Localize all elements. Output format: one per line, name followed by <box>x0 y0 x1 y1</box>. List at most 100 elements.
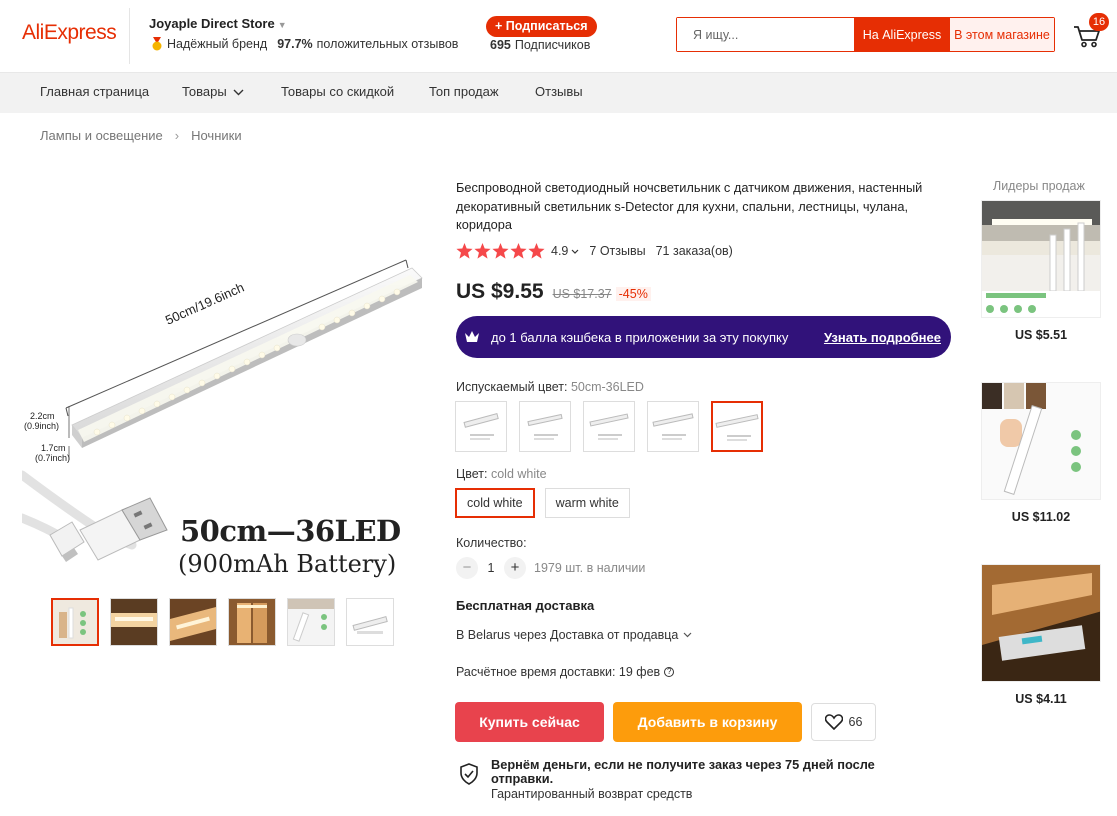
variant-option-3[interactable] <box>583 401 635 452</box>
header: AliExpress Joyaple Direct Store ▼ Надёжны… <box>0 0 1117 73</box>
thumbnail-3[interactable] <box>169 598 217 646</box>
cashback-more-link[interactable]: Узнать подробнее <box>824 330 941 345</box>
dimension-width-cm: 1.7cm <box>41 443 66 453</box>
current-price: US $9.55 <box>456 280 544 303</box>
thumbnail-4[interactable] <box>228 598 276 646</box>
variant-option-5-selected[interactable] <box>711 401 763 452</box>
subscribers-label: Подписчиков <box>514 38 591 52</box>
variant-option-1[interactable] <box>455 401 507 452</box>
subscribe-button[interactable]: + Подписаться <box>486 16 597 37</box>
shipping-destination[interactable]: В Belarus через Доставка от продавца <box>456 628 692 642</box>
chevron-down-icon[interactable] <box>683 632 692 638</box>
top-seller-card-2[interactable] <box>981 382 1101 500</box>
delivery-estimate-text: Расчётное время доставки: 19 фев <box>456 665 661 679</box>
thumbnail-6[interactable] <box>346 598 394 646</box>
top-seller-price-2[interactable]: US $11.02 <box>981 510 1101 524</box>
guarantee-subtitle: Гарантированный возврат средств <box>491 787 693 801</box>
dimension-height-cm: 2.2cm <box>30 411 55 421</box>
top-seller-card-1[interactable] <box>981 200 1101 318</box>
nav-products[interactable]: Товары <box>182 84 244 99</box>
star-icon <box>456 243 473 259</box>
buyer-protection: Вернём деньги, если не получите заказ че… <box>459 758 911 801</box>
star-icon <box>492 243 509 259</box>
buy-now-button[interactable]: Купить сейчас <box>455 702 604 742</box>
shipping-title: Бесплатная доставка <box>456 598 595 613</box>
caret-down-icon[interactable]: ▼ <box>278 20 287 30</box>
question-icon[interactable]: ? <box>664 667 675 677</box>
variant-option-4[interactable] <box>647 401 699 452</box>
breadcrumb-item-lamps[interactable]: Лампы и освещение <box>40 128 163 143</box>
orders-count: 71 заказа(ов) <box>655 244 733 258</box>
variant-option-2[interactable] <box>519 401 571 452</box>
color-option-warm-white[interactable]: warm white <box>544 488 630 518</box>
price-row: US $9.55 US $17.37 -45% <box>456 280 651 304</box>
nav-home[interactable]: Главная страница <box>40 84 149 99</box>
wishlist-button[interactable]: 66 <box>811 703 876 741</box>
top-seller-price-3[interactable]: US $4.11 <box>981 692 1101 706</box>
header-divider <box>129 8 130 64</box>
discount-badge: -45% <box>615 287 651 301</box>
aliexpress-logo[interactable]: AliExpress <box>22 21 117 45</box>
top-sellers-title: Лидеры продаж <box>993 179 1085 193</box>
store-name[interactable]: Joyaple Direct Store ▼ <box>149 16 287 31</box>
rating-row: 4.9 7 Отзывы 71 заказа(ов) <box>456 243 733 259</box>
chevron-down-icon[interactable] <box>233 89 244 96</box>
shield-check-icon <box>460 763 478 785</box>
thumbnail-1[interactable] <box>51 598 99 646</box>
chevron-down-icon[interactable] <box>571 249 579 254</box>
feedback-label: положительных отзывов <box>316 37 459 51</box>
image-caption-main: 50cm—36LED <box>180 514 401 548</box>
search-input[interactable] <box>677 18 854 51</box>
cashback-banner[interactable]: до 1 балла кэшбека в приложении за эту п… <box>456 316 951 358</box>
rating-stars <box>456 243 545 259</box>
subscribers-count: 695 <box>490 38 511 52</box>
quantity-decrease-button[interactable]: − <box>456 557 478 579</box>
feedback-percent: 97.7% <box>277 37 313 51</box>
cashback-text: до 1 балла кэшбека в приложении за эту п… <box>491 329 789 345</box>
emitting-color-row: Испускаемый цвет: 50cm-36LED <box>456 380 644 394</box>
rating-value[interactable]: 4.9 <box>551 244 568 258</box>
emitting-color-label: Испускаемый цвет: <box>456 380 568 394</box>
star-icon <box>528 243 545 259</box>
color-row: Цвет: cold white <box>456 467 547 481</box>
color-value: cold white <box>490 467 547 481</box>
emitting-color-value: 50cm-36LED <box>570 380 644 394</box>
guarantee-title: Вернём деньги, если не получите заказ че… <box>491 757 875 786</box>
nav-reviews[interactable]: Отзывы <box>535 84 583 99</box>
dimension-height-in: (0.9inch) <box>24 421 60 431</box>
store-name-text[interactable]: Joyaple Direct Store <box>149 16 275 31</box>
variant-options <box>455 401 763 452</box>
reviews-count[interactable]: 7 Отзывы <box>589 244 645 258</box>
top-seller-card-3[interactable] <box>981 564 1101 682</box>
search-store-button[interactable]: В этом магазине <box>950 18 1054 51</box>
quantity-value[interactable]: 1 <box>478 561 504 575</box>
breadcrumb: Лампы и освещение › Ночники <box>40 128 242 143</box>
search-aliexpress-button[interactable]: На AliExpress <box>854 18 950 51</box>
quantity-increase-button[interactable]: + <box>504 557 526 579</box>
stock-count: 1979 шт. в наличии <box>534 561 646 575</box>
color-label: Цвет: <box>456 467 488 481</box>
heart-icon <box>824 714 843 730</box>
store-badges: Надёжный бренд 97.7% положительных отзыв… <box>151 37 458 51</box>
nav-products-label[interactable]: Товары <box>182 84 227 99</box>
chevron-right-icon: › <box>174 128 180 143</box>
quantity-label: Количество: <box>456 536 527 550</box>
top-seller-price-1[interactable]: US $5.51 <box>981 328 1101 342</box>
add-to-cart-button[interactable]: Добавить в корзину <box>613 702 802 742</box>
star-icon <box>474 243 491 259</box>
crown-icon <box>465 331 479 342</box>
thumbnail-5[interactable] <box>287 598 335 646</box>
thumbnail-strip <box>51 598 394 646</box>
dimension-width-in: (0.7inch) <box>35 453 71 463</box>
product-title: Беспроводной светодиодный ночсветильник … <box>456 180 923 232</box>
nav-top-sales[interactable]: Топ продаж <box>429 84 499 99</box>
nav-sale[interactable]: Товары со скидкой <box>281 84 394 99</box>
cart-count-badge: 16 <box>1089 13 1109 31</box>
quantity-stepper: − 1 + 1979 шт. в наличии <box>456 557 645 579</box>
trusted-brand-label: Надёжный бренд <box>167 37 268 51</box>
breadcrumb-item-nightlights[interactable]: Ночники <box>191 128 242 143</box>
shipping-destination-text[interactable]: В Belarus через Доставка от продавца <box>456 628 678 642</box>
thumbnail-2[interactable] <box>110 598 158 646</box>
color-option-cold-white[interactable]: cold white <box>455 488 535 518</box>
medal-icon <box>152 37 162 51</box>
